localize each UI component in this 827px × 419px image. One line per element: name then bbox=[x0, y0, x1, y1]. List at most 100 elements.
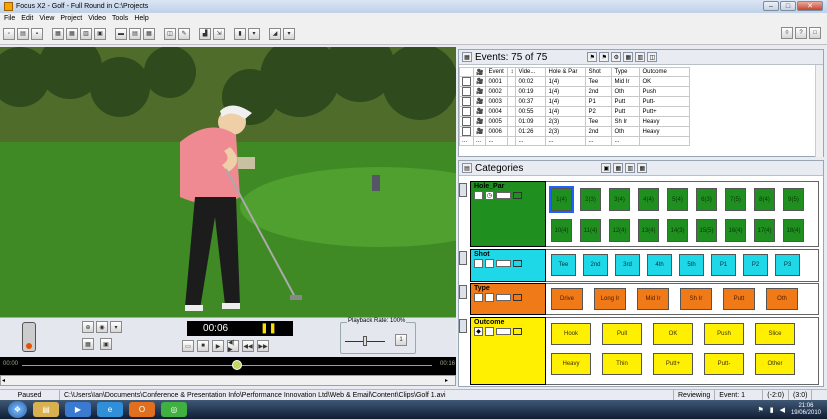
category-edit-icon[interactable]: ▦ bbox=[613, 163, 624, 173]
timer-icon[interactable]: ◷ bbox=[485, 191, 494, 200]
video-frame[interactable] bbox=[0, 47, 456, 317]
category-button-hole-par-13[interactable]: 14(3) bbox=[667, 219, 688, 242]
tray-volume-icon[interactable]: ◀ bbox=[780, 406, 785, 414]
collapse-hole-par[interactable] bbox=[459, 183, 467, 197]
category-button-hole-par-2[interactable]: 3(4) bbox=[609, 188, 630, 211]
minimize-button[interactable]: – bbox=[763, 1, 779, 11]
category-button-outcome-4[interactable]: Slice bbox=[755, 323, 795, 345]
row-checkbox[interactable] bbox=[462, 77, 471, 86]
collapse-outcome[interactable] bbox=[459, 319, 467, 333]
window-icon[interactable]: ▣ bbox=[94, 27, 106, 40]
flag-icon[interactable]: ⚑ bbox=[599, 52, 610, 62]
col-header-sort-icon[interactable]: ↕ bbox=[507, 67, 517, 77]
zoom-icon[interactable]: ⊕ bbox=[82, 321, 94, 333]
edit-icon[interactable]: ✎ bbox=[178, 27, 190, 40]
category-button-hole-par-3[interactable]: 4(4) bbox=[638, 188, 659, 211]
category-button-shot-3[interactable]: 4th bbox=[647, 254, 672, 276]
view-icon[interactable]: ▤ bbox=[129, 27, 141, 40]
tray-flag-icon[interactable]: ⚑ bbox=[757, 406, 763, 414]
clip-icon[interactable]: 🎥 bbox=[472, 96, 487, 107]
filter-cell[interactable]: ... bbox=[585, 136, 613, 146]
reset-rate-icon[interactable]: 1 bbox=[395, 334, 407, 346]
playback-rate-slider[interactable] bbox=[363, 336, 367, 346]
playhead[interactable] bbox=[232, 360, 242, 370]
step-icon[interactable]: ◀|▶ bbox=[227, 340, 239, 353]
col-header-video[interactable]: Vide... bbox=[515, 67, 547, 77]
rewind-icon[interactable]: ◀◀ bbox=[242, 340, 254, 352]
category-button-outcome-0[interactable]: Hook bbox=[551, 323, 591, 345]
timeline[interactable]: 00:00 00:16 bbox=[0, 357, 456, 375]
category-button-hole-par-10[interactable]: 11(4) bbox=[580, 219, 601, 242]
help-icon[interactable]: ? bbox=[795, 27, 807, 39]
category-field[interactable] bbox=[496, 192, 511, 199]
grid-icon[interactable]: ▦ bbox=[66, 27, 78, 40]
panel-icon[interactable]: ▥ bbox=[80, 27, 92, 40]
category-button-hole-par-12[interactable]: 13(4) bbox=[638, 219, 659, 242]
category-button-outcome-2[interactable]: OK bbox=[653, 323, 693, 345]
category-button-hole-par-5[interactable]: 6(3) bbox=[696, 188, 717, 211]
menu-edit[interactable]: Edit bbox=[21, 15, 33, 22]
filter-cell[interactable]: ... bbox=[459, 136, 474, 146]
category-button-type-4[interactable]: Putt bbox=[723, 288, 755, 310]
frame-icon[interactable]: ▦ bbox=[82, 338, 94, 350]
table-row[interactable]: 🎥 0006 01:26 2(3) 2nd Oth Heavy bbox=[459, 126, 691, 137]
category-button-shot-7[interactable]: P3 bbox=[775, 254, 800, 276]
filter-cell[interactable]: ... bbox=[611, 136, 641, 146]
row-checkbox[interactable] bbox=[462, 87, 471, 96]
tool-icon[interactable]: ◢ bbox=[269, 27, 281, 40]
menu-help[interactable]: Help bbox=[134, 15, 148, 22]
tray-network-icon[interactable]: ▮ bbox=[770, 406, 774, 414]
export-icon[interactable]: ⇲ bbox=[213, 27, 225, 40]
category-button-hole-par-17[interactable]: 18(4) bbox=[783, 219, 804, 242]
clip-icon[interactable]: 🎥 bbox=[472, 86, 487, 97]
filter-row[interactable]: ..................... bbox=[459, 136, 691, 146]
table-row[interactable]: 🎥 0001 00:02 1(4) Tee Mid Ir OK bbox=[459, 76, 691, 87]
menu-view[interactable]: View bbox=[39, 15, 54, 22]
table-row[interactable]: 🎥 0002 00:19 1(4) 2nd Oth Push bbox=[459, 86, 691, 97]
volume-knob[interactable] bbox=[22, 322, 36, 352]
row-checkbox[interactable] bbox=[462, 127, 471, 136]
camera-dropdown-icon[interactable]: ▾ bbox=[110, 321, 122, 333]
category-button-type-5[interactable]: Oth bbox=[766, 288, 798, 310]
table-icon[interactable]: ▦ bbox=[623, 52, 634, 62]
category-button-hole-par-15[interactable]: 16(4) bbox=[725, 219, 746, 242]
category-button-hole-par-9[interactable]: 10(4) bbox=[551, 219, 572, 242]
filter-icon[interactable]: ⚑ bbox=[587, 52, 598, 62]
menu-tools[interactable]: Tools bbox=[112, 15, 128, 22]
fast-forward-icon[interactable]: ▶▶ bbox=[257, 340, 269, 352]
category-button-type-2[interactable]: Mid Ir bbox=[637, 288, 669, 310]
focus-app-icon[interactable]: ◎ bbox=[161, 402, 187, 417]
pin-icon[interactable]: ◊ bbox=[781, 27, 793, 39]
category-button-hole-par-7[interactable]: 8(4) bbox=[754, 188, 775, 211]
category-checkbox[interactable] bbox=[474, 191, 483, 200]
category-button-outcome-5[interactable]: Heavy bbox=[551, 353, 591, 375]
snapshot-icon[interactable]: ▣ bbox=[100, 338, 112, 350]
maximize-button[interactable]: □ bbox=[780, 1, 796, 11]
pointer-icon[interactable]: ▮ bbox=[234, 27, 246, 40]
close-button[interactable]: ✕ bbox=[797, 1, 823, 11]
category-lock-icon[interactable]: ▥ bbox=[625, 163, 636, 173]
office-icon[interactable]: O bbox=[129, 402, 155, 417]
table-row[interactable]: 🎥 0003 00:37 1(4) P1 Putt Putt- bbox=[459, 96, 691, 107]
category-option[interactable] bbox=[485, 293, 494, 302]
col-header-type[interactable]: Type bbox=[611, 67, 641, 77]
col-header-outcome[interactable]: Outcome bbox=[639, 67, 691, 77]
category-button-type-1[interactable]: Long Ir bbox=[594, 288, 626, 310]
menu-project[interactable]: Project bbox=[60, 15, 82, 22]
collapse-shot[interactable] bbox=[459, 251, 467, 265]
table-row[interactable]: 🎥 0005 01:09 2(3) Tee Sh Ir Heavy bbox=[459, 116, 691, 127]
color-swatch[interactable] bbox=[513, 328, 522, 335]
category-button-hole-par-14[interactable]: 15(5) bbox=[696, 219, 717, 242]
filter-cell[interactable]: ... bbox=[472, 136, 487, 146]
category-field[interactable] bbox=[496, 328, 511, 335]
settings-icon[interactable]: ⚙ bbox=[611, 52, 622, 62]
col-header-hole[interactable]: Hole & Par bbox=[545, 67, 587, 77]
categories-icon[interactable]: ▤ bbox=[462, 163, 472, 173]
color-swatch[interactable] bbox=[513, 260, 522, 267]
export-events-icon[interactable]: ◫ bbox=[647, 52, 658, 62]
column-icon[interactable]: ▥ bbox=[635, 52, 646, 62]
capture-icon[interactable]: ◫ bbox=[164, 27, 176, 40]
category-button-hole-par-11[interactable]: 12(4) bbox=[609, 219, 630, 242]
clip-icon[interactable]: 🎥 bbox=[472, 106, 487, 117]
new-icon[interactable]: ▫ bbox=[3, 27, 15, 40]
